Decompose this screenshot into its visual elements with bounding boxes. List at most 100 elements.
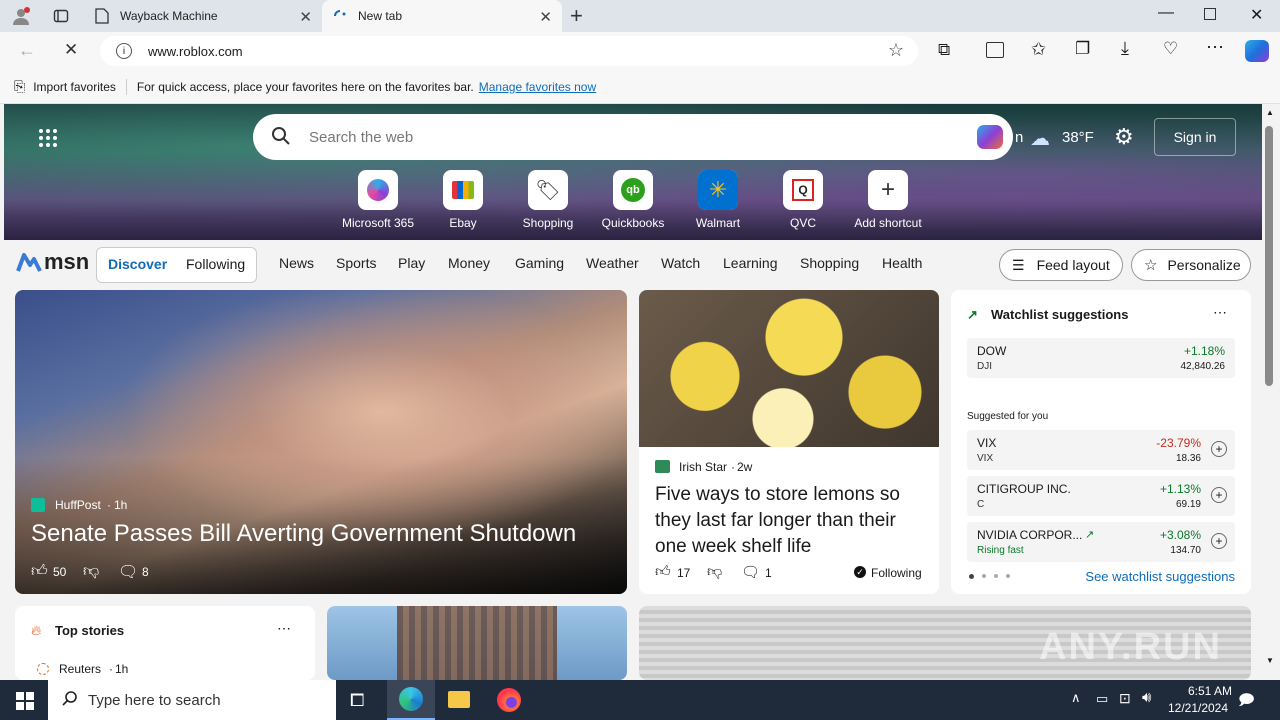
comment-icon[interactable]: 🗨︎ (741, 563, 760, 581)
carousel-dots[interactable] (969, 574, 1010, 579)
firefox-icon[interactable] (497, 688, 521, 712)
stock-row-citigroup[interactable]: CITIGROUP INC. C +1.13% 69.19 + (967, 476, 1235, 516)
story-source[interactable]: Reuters (59, 662, 101, 676)
tab-discover[interactable]: Discover (108, 256, 167, 272)
nav-money[interactable]: Money (448, 255, 490, 271)
nav-gaming[interactable]: Gaming (515, 255, 564, 271)
volume-icon[interactable]: 🔊︎ (1142, 689, 1151, 706)
lemon-story-card[interactable]: Irish Star · 2w Five ways to store lemon… (639, 290, 939, 594)
dislike-icon[interactable]: 👎︎ (707, 563, 722, 581)
restore-button[interactable] (1204, 8, 1216, 20)
notifications-icon[interactable]: 🗩︎ (1238, 690, 1255, 715)
like-icon[interactable]: 👍︎ (31, 562, 48, 581)
back-button[interactable]: ← (18, 40, 36, 61)
tab-new-tab[interactable]: New tab ✕ (322, 0, 562, 32)
tab-following[interactable]: Following (186, 256, 245, 272)
story-source[interactable]: HuffPost (55, 498, 101, 512)
address-bar[interactable]: i www.roblox.com ☆ (100, 36, 918, 66)
stop-loading-button[interactable]: ✕ (64, 40, 78, 60)
close-window-button[interactable]: ✕ (1250, 5, 1263, 25)
import-favorites-button[interactable]: Import favorites (33, 80, 116, 94)
shortcut-microsoft-365[interactable]: Microsoft 365 (333, 170, 423, 230)
temperature[interactable]: 38°F (1062, 129, 1094, 146)
extensions-icon[interactable]: ⧉ (938, 40, 950, 60)
close-tab-icon[interactable]: ✕ (539, 8, 552, 26)
dislike-icon[interactable]: 👎︎ (83, 562, 99, 581)
nav-play[interactable]: Play (398, 255, 425, 271)
new-tab-button[interactable]: + (570, 3, 583, 29)
nav-shopping[interactable]: Shopping (800, 255, 859, 271)
import-favorites-icon[interactable]: ⎘ (14, 78, 25, 95)
settings-gear-icon[interactable]: ⚙ (1114, 124, 1134, 150)
windows-start-icon[interactable] (16, 692, 34, 713)
story-headline[interactable]: Five ways to store lemons so they last f… (655, 482, 931, 560)
see-watchlist-link[interactable]: See watchlist suggestions (1085, 569, 1235, 584)
settings-more-icon[interactable]: ⋯ (1206, 37, 1224, 58)
favorite-star-icon[interactable]: ☆ (888, 40, 904, 61)
tab-wayback-machine[interactable]: Wayback Machine ✕ (84, 0, 322, 32)
nav-weather[interactable]: Weather (586, 255, 639, 271)
scrollbar-thumb[interactable] (1265, 126, 1273, 386)
tab-actions-icon[interactable] (52, 7, 70, 25)
add-to-watchlist-icon[interactable]: + (1211, 533, 1227, 549)
split-screen-icon[interactable] (986, 42, 1004, 58)
apps-grid-icon[interactable] (38, 128, 58, 148)
more-options-icon[interactable]: ⋯ (277, 620, 291, 637)
show-hidden-icons-icon[interactable]: ∧ (1071, 690, 1081, 706)
sign-in-button[interactable]: Sign in (1154, 118, 1236, 156)
downloads-icon[interactable]: ⤓ (1121, 38, 1129, 59)
web-search-box[interactable]: Search the web (253, 114, 1013, 160)
msn-logo-icon[interactable] (16, 251, 42, 275)
story-source[interactable]: Irish Star (679, 460, 727, 474)
favorites-icon[interactable]: ✩ (1031, 39, 1046, 60)
comment-icon[interactable]: 🗨︎ (118, 562, 138, 582)
stock-row-nvidia[interactable]: NVIDIA CORPOR... ↗ Rising fast +3.08% 13… (967, 522, 1235, 562)
clock-date[interactable]: 12/21/2024 (1160, 701, 1236, 715)
manage-favorites-link[interactable]: Manage favorites now (479, 80, 596, 94)
stock-row-vix[interactable]: VIX VIX -23.79% 18.36 + (967, 430, 1235, 470)
profile-icon[interactable] (10, 6, 32, 26)
page-scrollbar[interactable]: ▲ ▼ (1262, 104, 1280, 680)
add-shortcut-button[interactable]: + Add shortcut (843, 170, 933, 230)
minimize-button[interactable]: — (1158, 4, 1174, 22)
nav-health[interactable]: Health (882, 255, 922, 271)
clock-time[interactable]: 6:51 AM (1172, 684, 1248, 698)
add-to-watchlist-icon[interactable]: + (1211, 441, 1227, 457)
network-icon[interactable]: ⊡ (1119, 690, 1131, 707)
url-text[interactable]: www.roblox.com (148, 44, 243, 59)
msn-logo-text[interactable]: msn (44, 249, 89, 275)
performance-icon[interactable]: ♡ (1163, 39, 1178, 59)
shortcut-shopping[interactable]: 🏷 Shopping (503, 170, 593, 230)
edge-taskbar-app[interactable] (387, 680, 435, 720)
like-icon[interactable]: 👍︎ (655, 563, 671, 581)
story-card-building[interactable]: ANY.RUN (639, 606, 1251, 680)
feed-layout-button[interactable]: ☰ Feed layout (999, 249, 1123, 281)
hero-story-card[interactable]: HuffPost · 1h Senate Passes Bill Avertin… (15, 290, 627, 594)
nav-sports[interactable]: Sports (336, 255, 376, 271)
scroll-down-arrow-icon[interactable]: ▼ (1266, 656, 1274, 665)
more-options-icon[interactable]: ⋯ (1213, 304, 1227, 321)
task-view-icon[interactable]: ⧠ (350, 690, 364, 711)
copilot-icon[interactable] (1245, 40, 1269, 62)
taskbar-search-box[interactable]: Type here to search (48, 680, 336, 720)
close-tab-icon[interactable]: ✕ (299, 8, 312, 26)
copilot-search-icon[interactable] (977, 125, 1003, 149)
battery-icon[interactable]: ▭ (1096, 691, 1108, 707)
shortcut-walmart[interactable]: ✳ Walmart (673, 170, 763, 230)
story-headline[interactable]: Senate Passes Bill Averting Government S… (31, 520, 621, 548)
shortcut-qvc[interactable]: Q QVC (758, 170, 848, 230)
shortcut-quickbooks[interactable]: qb Quickbooks (588, 170, 678, 230)
file-explorer-icon[interactable] (448, 691, 470, 708)
nav-learning[interactable]: Learning (723, 255, 778, 271)
personalize-button[interactable]: ☆ Personalize (1131, 249, 1251, 281)
story-card-coaster[interactable] (327, 606, 627, 680)
stock-row-dow[interactable]: DOW DJI +1.18% 42,840.26 (967, 338, 1235, 378)
scroll-up-arrow-icon[interactable]: ▲ (1266, 108, 1274, 117)
add-to-watchlist-icon[interactable]: + (1211, 487, 1227, 503)
following-label[interactable]: Following (871, 566, 922, 580)
info-icon[interactable]: i (116, 43, 132, 59)
nav-watch[interactable]: Watch (661, 255, 700, 271)
nav-news[interactable]: News (279, 255, 314, 271)
collections-icon[interactable]: ❐ (1075, 39, 1090, 59)
shortcut-ebay[interactable]: Ebay (418, 170, 508, 230)
